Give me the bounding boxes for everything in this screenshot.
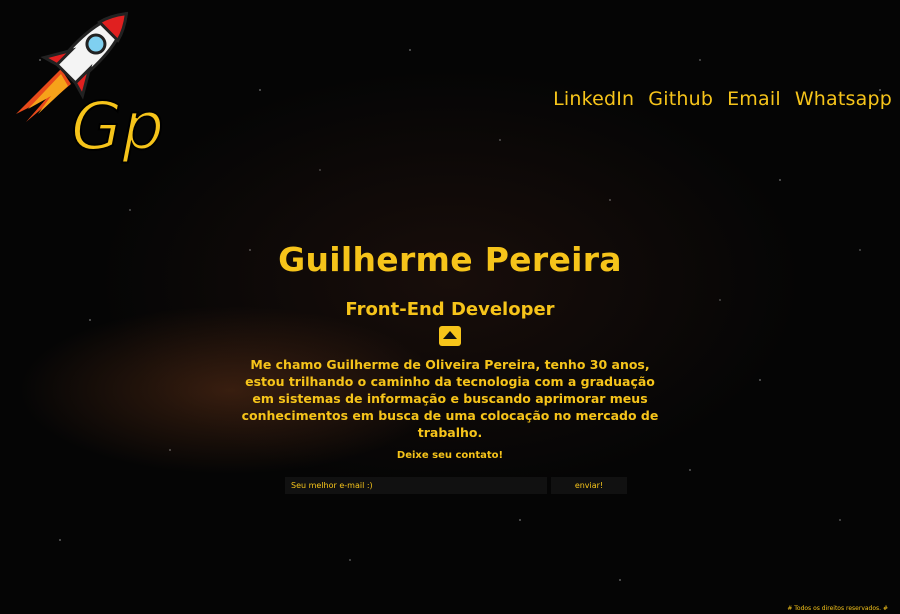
chevron-up-icon	[443, 331, 457, 339]
top-nav: LinkedIn Github Email Whatsapp	[553, 88, 892, 110]
site-logo[interactable]: Gp	[6, 4, 171, 166]
expand-bio-button[interactable]	[439, 326, 461, 346]
send-button[interactable]: enviar!	[551, 477, 627, 494]
nav-email[interactable]: Email	[727, 88, 781, 110]
nav-linkedin[interactable]: LinkedIn	[553, 88, 634, 110]
rocket-flame	[16, 69, 71, 122]
nav-whatsapp[interactable]: Whatsapp	[795, 88, 892, 110]
contact-form: enviar!	[285, 477, 627, 494]
page-title: Guilherme Pereira	[278, 240, 622, 279]
role-subtitle: Front-End Developer	[345, 299, 555, 320]
footer-copyright: # Todos os direitos reservados. #	[787, 605, 888, 612]
nav-github[interactable]: Github	[648, 88, 713, 110]
contact-title: Deixe seu contato!	[396, 450, 504, 461]
hero-section: Guilherme Pereira Front-End Developer Me…	[0, 240, 900, 441]
logo-text: Gp	[71, 88, 164, 164]
bio-text: Me chamo Guilherme de Oliveira Pereira, …	[241, 357, 659, 440]
email-input[interactable]	[285, 477, 547, 494]
